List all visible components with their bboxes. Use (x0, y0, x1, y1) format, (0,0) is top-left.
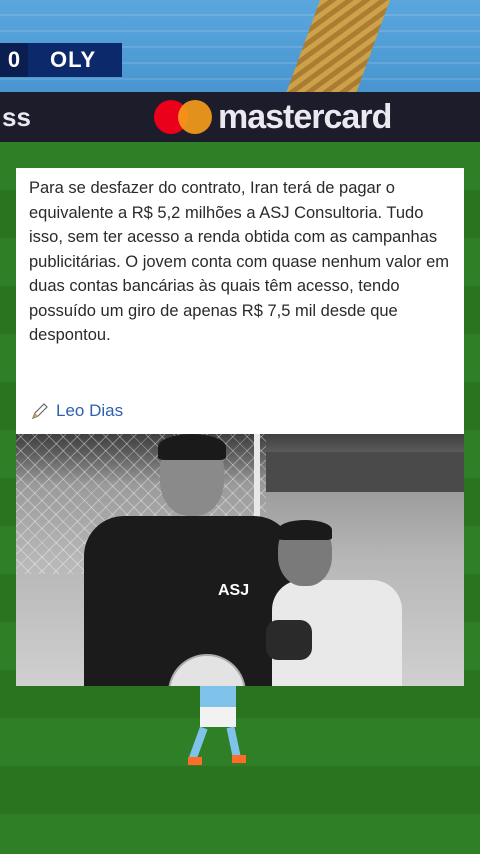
shirt-logo: ASJ (218, 582, 250, 599)
ad-brand-text: mastercard (218, 97, 392, 136)
source-link[interactable]: Leo Dias (30, 401, 123, 421)
treeline (266, 452, 464, 492)
scoreboard: 0 OLY (0, 43, 122, 77)
ad-left-text: ss (2, 101, 31, 132)
mastercard-logo-icon (154, 100, 214, 134)
news-text: Para se desfazer do contrato, Iran terá … (29, 179, 450, 344)
team-abbreviation: OLY (50, 47, 97, 72)
score-value: 0 (0, 43, 28, 77)
advertising-board: ss mastercard (0, 92, 480, 142)
source-name: Leo Dias (56, 401, 124, 420)
player-figure (188, 685, 250, 775)
news-photo: ASJ (16, 434, 464, 686)
pen-icon (31, 403, 48, 420)
news-card: Para se desfazer do contrato, Iran terá … (16, 168, 464, 434)
